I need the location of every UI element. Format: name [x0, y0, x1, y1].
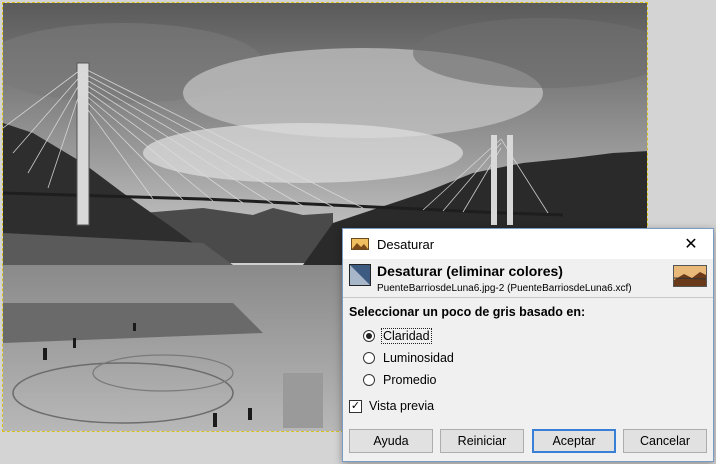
radio-button-checked[interactable] — [363, 330, 375, 342]
preview-checkbox[interactable]: ✓ — [349, 399, 362, 413]
dialog-titlebar[interactable]: Desaturar ✕ — [343, 229, 713, 259]
dialog-header-title: Desaturar (eliminar colores) — [377, 263, 563, 279]
gray-mode-label: Seleccionar un poco de gris basado en: — [349, 305, 586, 319]
radio-luminosidad[interactable]: Luminosidad — [363, 350, 456, 366]
accept-button[interactable]: Aceptar — [532, 429, 616, 453]
radio-promedio[interactable]: Promedio — [363, 372, 439, 388]
image-thumbnail — [673, 265, 707, 287]
dialog-button-bar: Ayuda Reiniciar Aceptar Cancelar — [343, 429, 713, 455]
dialog-header-subtitle: PuenteBarriosdeLuna6.jpg-2 (PuenteBarrio… — [377, 283, 632, 294]
radio-claridad[interactable]: Claridad — [363, 328, 432, 344]
radio-button[interactable] — [363, 352, 375, 364]
radio-label-luminosidad: Luminosidad — [383, 351, 454, 365]
help-button[interactable]: Ayuda — [349, 429, 433, 453]
radio-label-claridad: Claridad — [381, 328, 432, 344]
preview-checkbox-row[interactable]: ✓ Vista previa — [349, 399, 434, 413]
cancel-button[interactable]: Cancelar — [623, 429, 707, 453]
desaturate-icon — [349, 264, 371, 286]
preview-label: Vista previa — [369, 399, 435, 413]
reset-button[interactable]: Reiniciar — [440, 429, 524, 453]
dialog-window-title: Desaturar — [377, 236, 435, 252]
close-icon[interactable]: ✕ — [669, 229, 713, 259]
desaturate-dialog: Desaturar ✕ Desaturar (eliminar colores)… — [342, 228, 714, 462]
radio-label-promedio: Promedio — [383, 373, 437, 387]
image-landscape-icon — [351, 238, 369, 250]
radio-button[interactable] — [363, 374, 375, 386]
dialog-header: Desaturar (eliminar colores) PuenteBarri… — [343, 259, 713, 298]
